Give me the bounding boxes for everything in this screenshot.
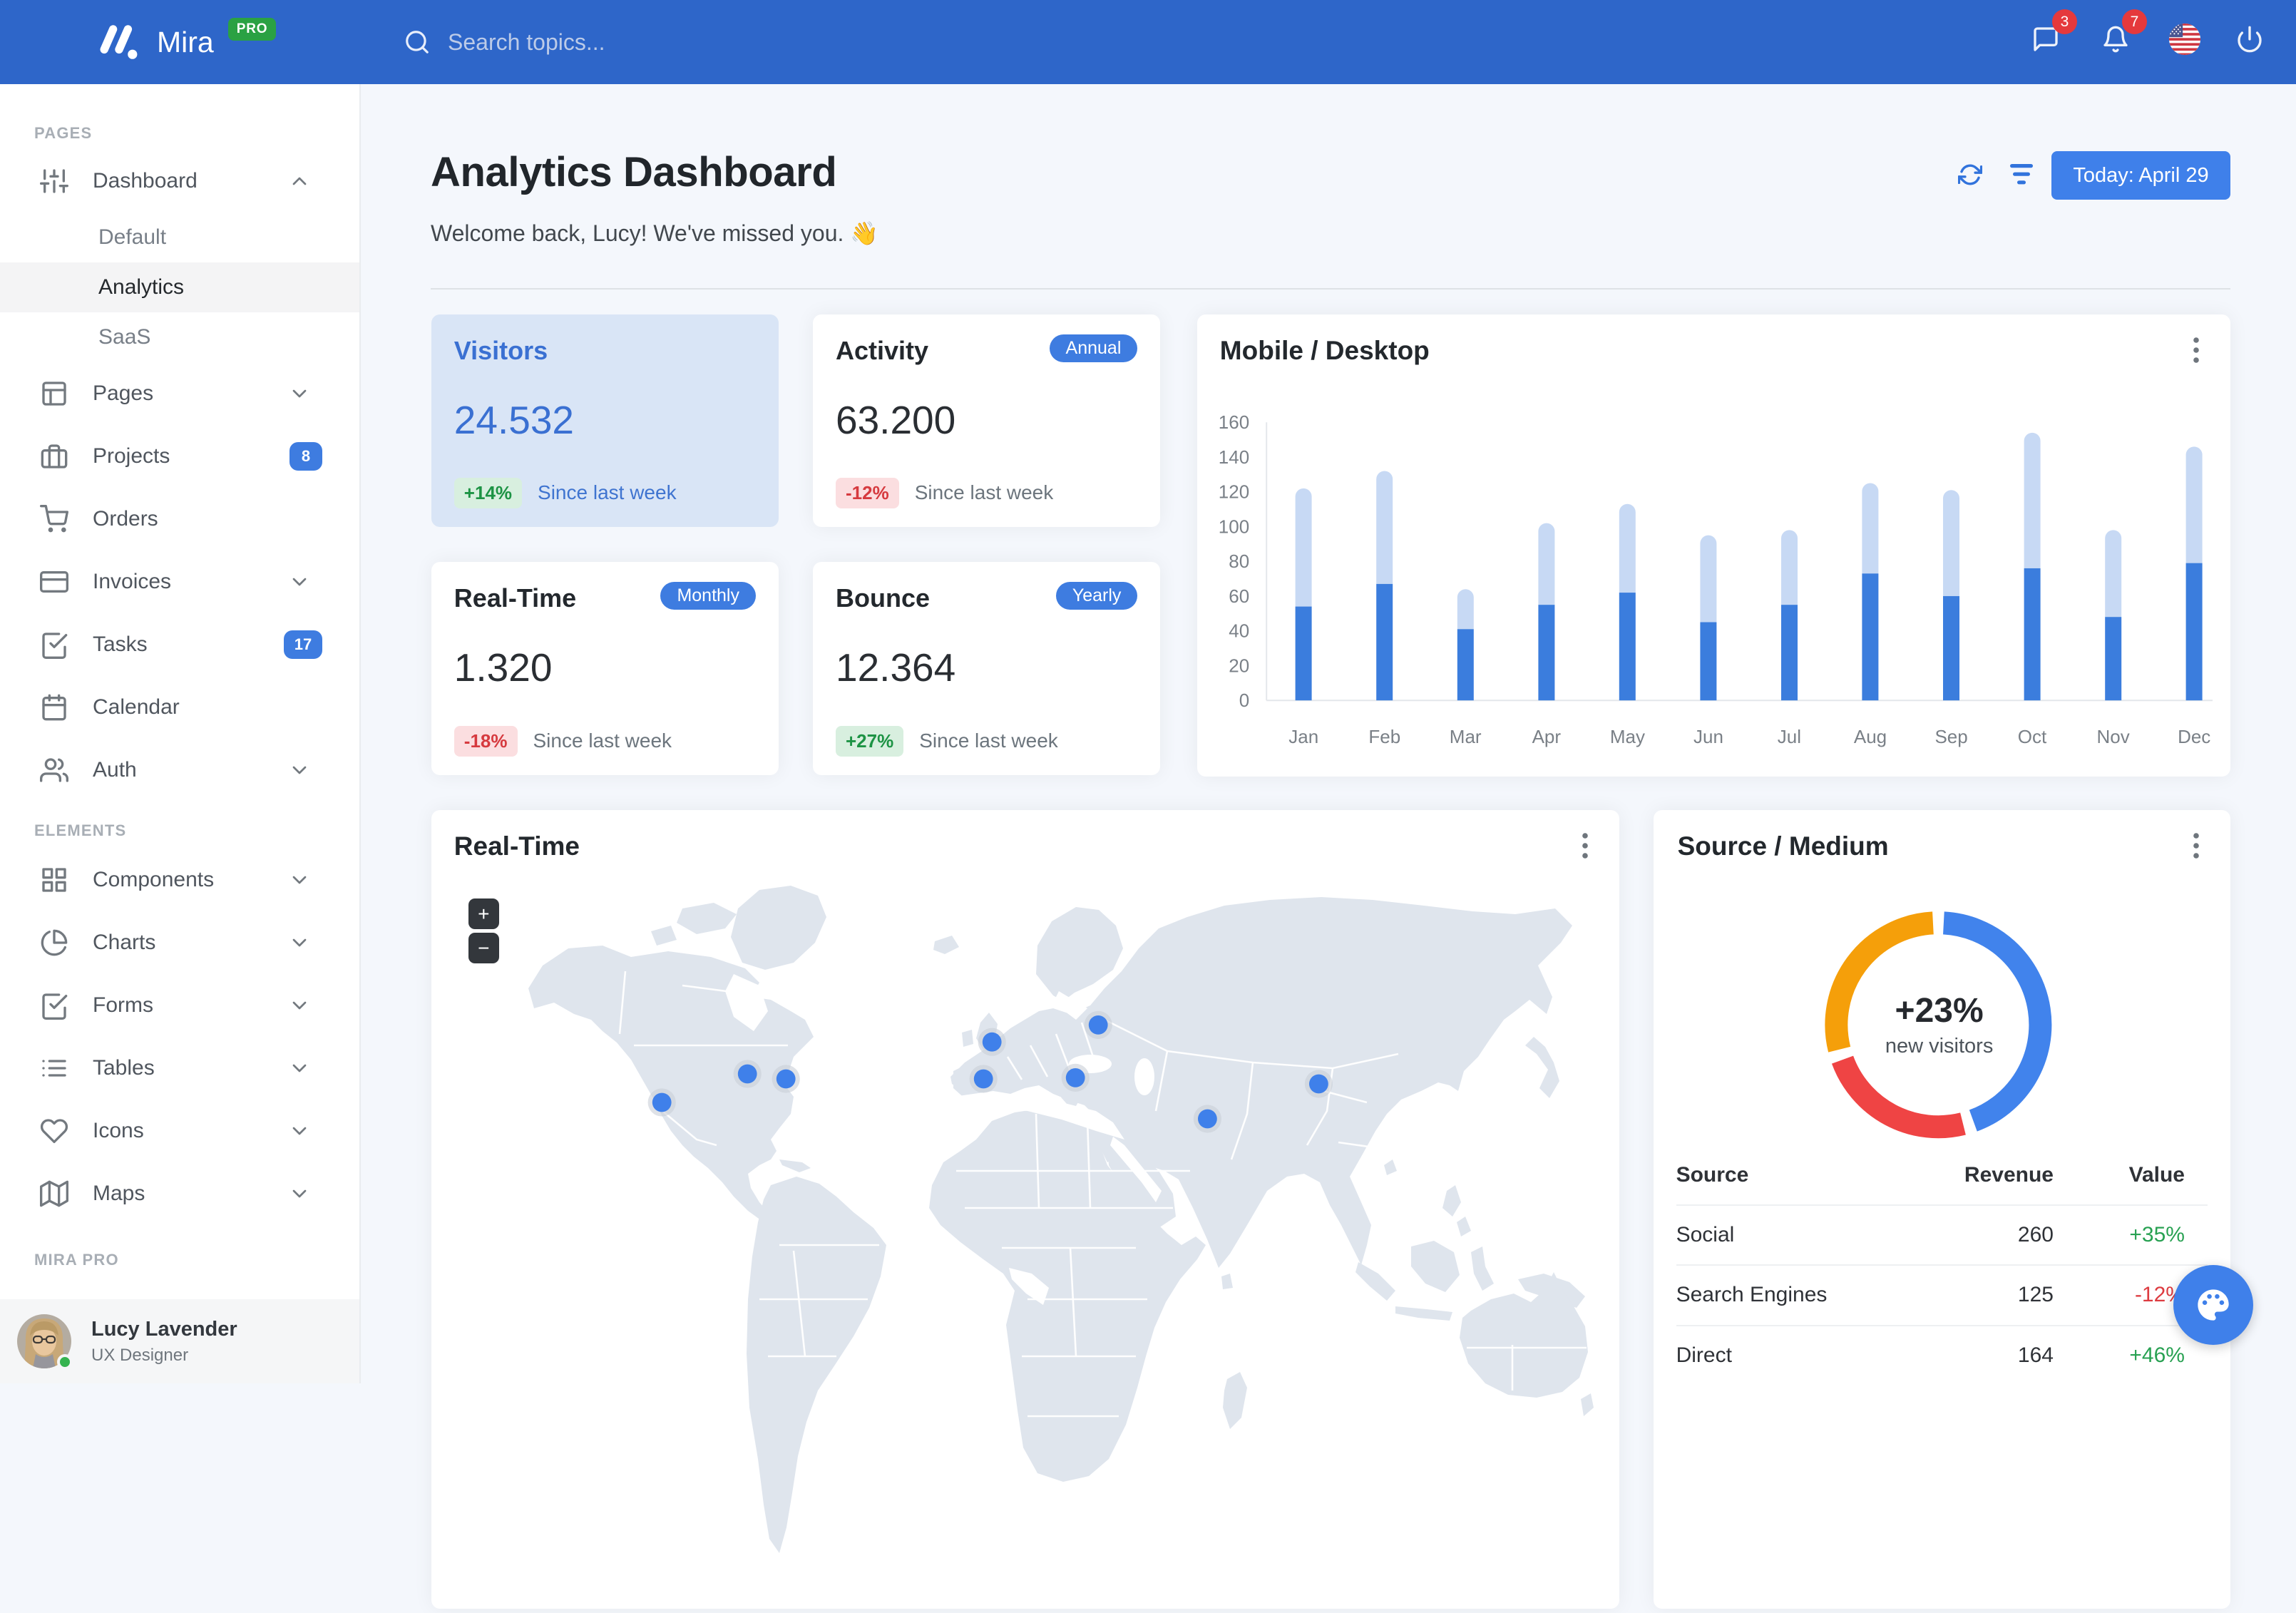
svg-text:Jan: Jan xyxy=(1288,726,1318,747)
svg-text:Dec: Dec xyxy=(2178,726,2210,747)
svg-text:160: 160 xyxy=(1219,411,1249,433)
svg-text:May: May xyxy=(1610,726,1645,747)
svg-text:100: 100 xyxy=(1219,516,1249,537)
svg-text:60: 60 xyxy=(1229,585,1249,607)
svg-text:Sep: Sep xyxy=(1934,726,1967,747)
svg-text:Mar: Mar xyxy=(1450,726,1482,747)
svg-text:Oct: Oct xyxy=(2018,726,2047,747)
svg-text:0: 0 xyxy=(1239,690,1249,711)
svg-text:Jun: Jun xyxy=(1693,726,1723,747)
svg-text:20: 20 xyxy=(1229,655,1249,676)
svg-text:Apr: Apr xyxy=(1532,726,1561,747)
svg-text:Feb: Feb xyxy=(1368,726,1400,747)
svg-text:Aug: Aug xyxy=(1854,726,1887,747)
svg-text:80: 80 xyxy=(1229,551,1249,572)
svg-text:Jul: Jul xyxy=(1778,726,1801,747)
svg-text:40: 40 xyxy=(1229,620,1249,641)
svg-text:120: 120 xyxy=(1219,481,1249,502)
svg-text:140: 140 xyxy=(1219,446,1249,468)
svg-text:Nov: Nov xyxy=(2096,726,2129,747)
